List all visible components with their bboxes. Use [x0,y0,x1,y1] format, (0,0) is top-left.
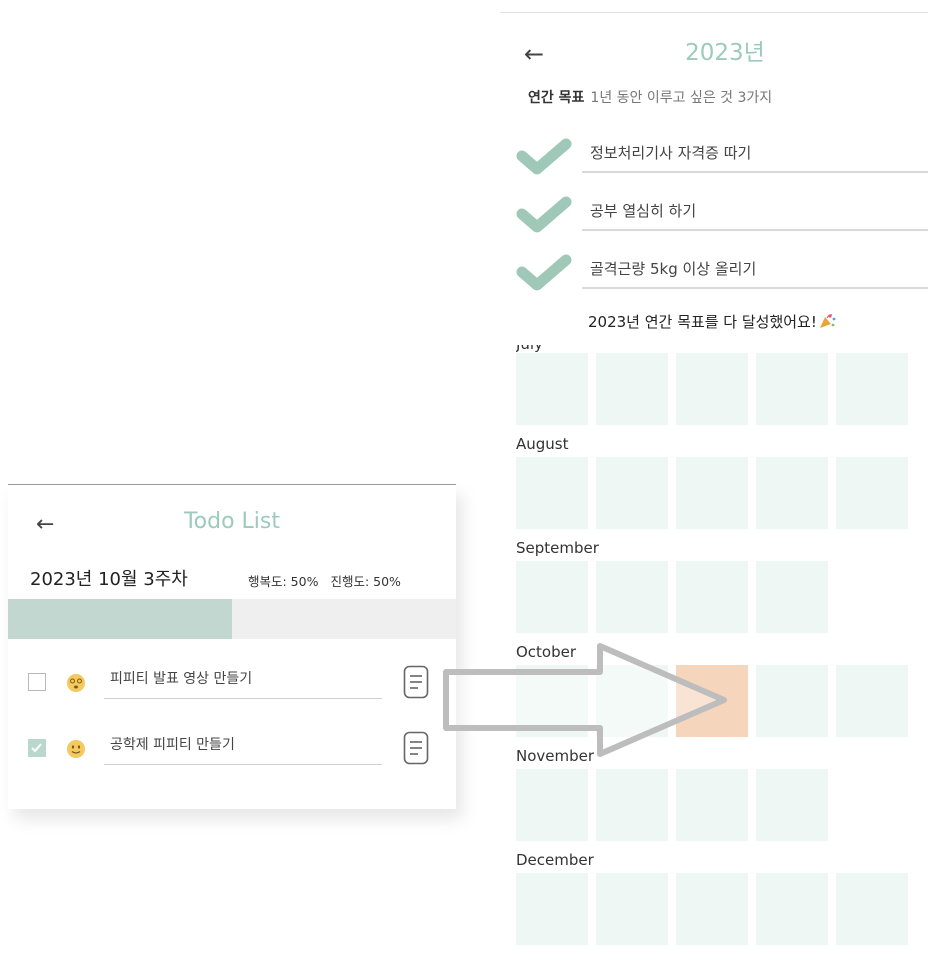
week-cells [516,769,828,841]
week-cell[interactable] [596,353,668,425]
week-cell[interactable] [516,665,588,737]
todo-title: Todo List [183,509,281,534]
week-cell[interactable] [516,769,588,841]
month-label: December [516,851,594,869]
week-cell[interactable] [836,873,908,945]
todo-item: 피피티 발표 영상 만들기 [8,661,456,705]
check-icon[interactable] [514,135,574,177]
todo-input[interactable]: 공학제 피피티 만들기 [104,727,382,765]
week-cell[interactable] [596,561,668,633]
week-cell[interactable] [836,457,908,529]
party-popper-icon [819,314,836,328]
goal-row: 골격근량 5kg 이상 올리기 [514,251,928,295]
week-cell[interactable] [676,873,748,945]
week-cells [516,665,908,737]
check-icon[interactable] [514,193,574,235]
progress-stat: 진행도: 50% [330,574,401,589]
month-label: July [516,335,543,353]
completion-message-text: 2023년 연간 목표를 다 달성했어요! [588,313,817,331]
memo-icon[interactable] [403,665,429,699]
month-october: October [516,643,926,743]
goal-row: 정보처리기사 자격증 따기 [514,135,928,179]
month-august: August [516,435,926,535]
goal-input[interactable]: 공부 열심히 하기 [582,193,928,231]
week-cell[interactable] [676,353,748,425]
progress-fill [8,599,232,639]
week-cell[interactable] [596,665,668,737]
happiness-stat: 행복도: 50% [248,574,319,589]
month-label: November [516,747,595,765]
week-cell[interactable] [756,353,828,425]
month-label: September [516,539,599,557]
week-cell[interactable] [756,665,828,737]
week-cell[interactable] [676,457,748,529]
check-icon[interactable] [514,251,574,293]
smiling-face-icon[interactable] [66,739,86,759]
week-cell[interactable] [836,665,908,737]
week-cell-highlighted[interactable] [676,665,748,737]
month-label: October [516,643,577,661]
goal-header-subtitle: 1년 동안 이루고 싶은 것 3가지 [590,90,773,106]
week-cell[interactable] [516,353,588,425]
goal-header-label: 연간 목표 [528,90,585,106]
month-label: August [516,435,569,453]
week-cell[interactable] [596,457,668,529]
week-cell[interactable] [596,873,668,945]
week-cell[interactable] [756,561,828,633]
week-cells [516,873,908,945]
week-cell[interactable] [756,769,828,841]
week-cells [516,561,828,633]
stats: 행복도: 50% 진행도: 50% [248,571,413,590]
month-december: December [516,851,926,951]
week-cell[interactable] [516,561,588,633]
goal-input[interactable]: 골격근량 5kg 이상 올리기 [582,251,928,289]
todo-checkbox-checked[interactable] [28,739,46,757]
month-july: July [516,335,926,435]
week-label: 2023년 10월 3주차 [30,569,188,590]
todo-checkbox[interactable] [28,673,46,691]
checkmark-icon [31,743,42,753]
week-cell[interactable] [596,769,668,841]
goal-row: 공부 열심히 하기 [514,193,928,237]
year-screen: ← 2023년 연간 목표 1년 동안 이루고 싶은 것 3가지 정보처리기사 자… [500,12,928,975]
week-cell[interactable] [756,457,828,529]
memo-icon[interactable] [403,731,429,765]
week-cell[interactable] [676,769,748,841]
week-cell[interactable] [516,457,588,529]
todo-input[interactable]: 피피티 발표 영상 만들기 [104,661,382,699]
todo-item: 공학제 피피티 만들기 [8,727,456,771]
week-cells [516,353,908,425]
dizzy-face-icon[interactable] [66,673,86,693]
progress-bar [8,599,456,639]
year-title: 2023년 [685,40,765,66]
week-cell[interactable] [676,561,748,633]
week-cell[interactable] [756,873,828,945]
goal-input[interactable]: 정보처리기사 자격증 따기 [582,135,928,173]
month-november: November [516,747,926,847]
week-cell[interactable] [516,873,588,945]
week-cell[interactable] [836,353,908,425]
week-cells [516,457,908,529]
month-september: September [516,539,926,639]
completion-message: 2023년 연간 목표를 다 달성했어요! [588,311,837,332]
goal-header: 연간 목표 1년 동안 이루고 싶은 것 3가지 [528,87,772,107]
todo-screen: ← Todo List 2023년 10월 3주차 행복도: 50% 진행도: 5… [8,484,456,809]
